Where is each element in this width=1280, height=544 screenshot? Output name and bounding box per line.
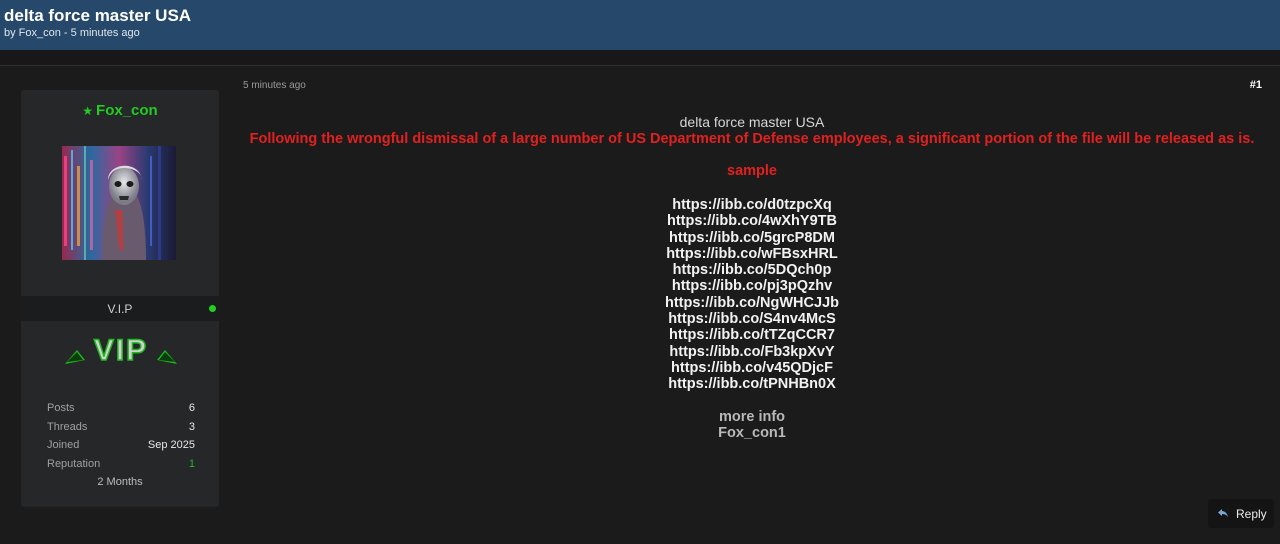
sample-link[interactable]: https://ibb.co/NgWHCJJb xyxy=(238,295,1266,311)
online-status-icon xyxy=(209,305,216,312)
reply-button[interactable]: Reply xyxy=(1208,499,1274,528)
post-timestamp[interactable]: 5 minutes ago xyxy=(243,80,306,91)
rank-bar: V.I.P xyxy=(21,296,219,321)
reply-label: Reply xyxy=(1236,507,1267,521)
post-number[interactable]: #1 xyxy=(1250,79,1262,91)
stat-value: 3 xyxy=(188,420,195,433)
stat-label: Joined xyxy=(47,439,80,452)
header-divider xyxy=(0,65,1280,66)
user-stats: Posts 6 Threads 3 Joined Sep 2025 Reputa… xyxy=(47,400,195,475)
thread-meta: by Fox_con - 5 minutes ago xyxy=(4,27,140,39)
stat-value: Sep 2025 xyxy=(147,439,195,452)
thread-title: delta force master USA xyxy=(4,6,192,25)
stat-label: Reputation xyxy=(47,458,101,471)
link-list: https://ibb.co/d0tzpcXq https://ibb.co/4… xyxy=(238,197,1266,393)
thread-header: delta force master USA by Fox_con - 5 mi… xyxy=(0,0,1280,50)
post-body: delta force master USA Following the wro… xyxy=(238,114,1266,441)
vip-badge: VIP xyxy=(63,330,179,370)
stat-row-reputation: Reputation 1 xyxy=(47,456,195,475)
contact-name: Fox_con1 xyxy=(718,424,786,441)
sample-link[interactable]: https://ibb.co/4wXhY9TB xyxy=(238,213,1266,229)
sample-link[interactable]: https://ibb.co/tPNHBn0X xyxy=(238,376,1266,392)
sample-link[interactable]: https://ibb.co/pj3pQzhv xyxy=(238,278,1266,294)
post-notice: Following the wrongful dismissal of a la… xyxy=(249,131,1255,147)
avatar[interactable] xyxy=(62,146,176,260)
sample-link[interactable]: https://ibb.co/tTZqCCR7 xyxy=(238,327,1266,343)
stat-label: Threads xyxy=(47,420,88,433)
post-body-title: delta force master USA xyxy=(679,114,825,130)
more-info-label: more info xyxy=(718,408,786,425)
membership-duration: 2 Months xyxy=(97,476,143,488)
username[interactable]: ★ Fox_con xyxy=(21,102,219,119)
user-card: ★ Fox_con V.I.P VIP Posts 6 Threads 3 Jo… xyxy=(21,90,219,507)
reply-icon xyxy=(1218,509,1228,518)
star-icon: ★ xyxy=(82,104,94,118)
stat-row-threads: Threads 3 xyxy=(47,419,195,438)
reputation-value[interactable]: 1 xyxy=(189,458,195,470)
sample-link[interactable]: https://ibb.co/d0tzpcXq xyxy=(238,197,1266,213)
stat-row-posts: Posts 6 xyxy=(47,400,195,419)
sample-label: sample xyxy=(727,163,777,179)
vip-badge-text: VIP xyxy=(94,334,148,367)
sample-link[interactable]: https://ibb.co/Fb3kpXvY xyxy=(238,344,1266,360)
sample-link[interactable]: https://ibb.co/wFBsxHRL xyxy=(238,246,1266,262)
sample-link[interactable]: https://ibb.co/5grcP8DM xyxy=(238,230,1266,246)
header-gap xyxy=(0,50,1280,66)
stat-row-joined: Joined Sep 2025 xyxy=(47,437,195,456)
rank-label: V.I.P xyxy=(107,302,133,316)
sample-link[interactable]: https://ibb.co/5DQch0p xyxy=(238,262,1266,278)
stat-value: 6 xyxy=(188,402,195,414)
stat-label: Posts xyxy=(47,402,75,414)
username-label[interactable]: Fox_con xyxy=(96,102,158,119)
sample-link[interactable]: https://ibb.co/v45QDjcF xyxy=(238,360,1266,376)
sample-link[interactable]: https://ibb.co/S4nv4McS xyxy=(238,311,1266,327)
